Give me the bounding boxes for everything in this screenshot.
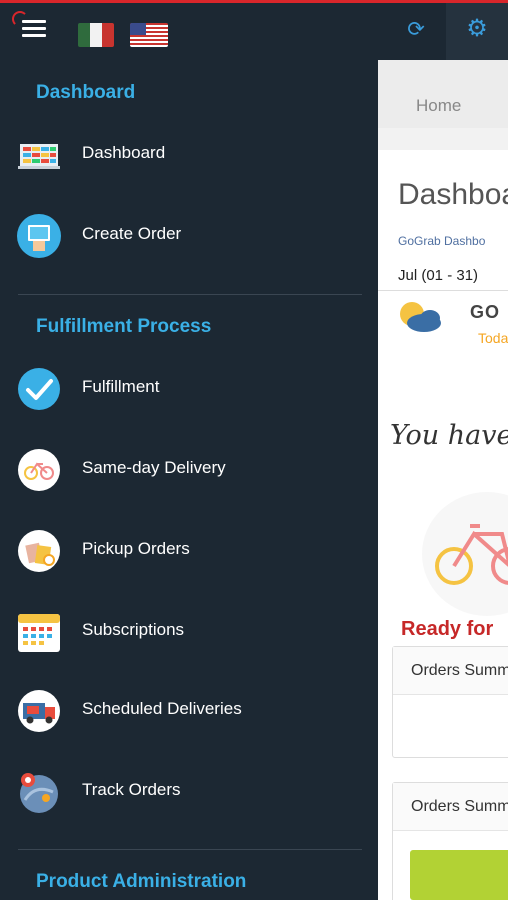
- sidebar: Dashboard Dashboard Create Order Fulfill…: [0, 60, 378, 900]
- ready-for-delivery-text: Ready for: [401, 618, 494, 640]
- divider: [18, 294, 362, 295]
- sidebar-item-label: Track Orders: [82, 780, 181, 799]
- sidebar-item-track-orders[interactable]: Track Orders: [0, 762, 378, 822]
- orders-summary-card: Orders Summ: [392, 646, 508, 758]
- section-title-product-admin: Product Administration: [36, 871, 247, 892]
- sidebar-item-label: Subscriptions: [82, 620, 185, 639]
- page-subtitle: GoGrab Dashbo: [398, 234, 486, 248]
- bicycle-icon: [435, 524, 508, 585]
- checkmark-icon: [18, 368, 60, 410]
- page-title: Dashboa: [398, 178, 508, 211]
- gear-icon: ⚙: [466, 15, 488, 42]
- sidebar-item-same-day-delivery[interactable]: Same-day Delivery: [0, 440, 378, 500]
- sync-icon[interactable]: ⟳: [404, 18, 428, 42]
- sidebar-item-label: Pickup Orders: [82, 539, 190, 558]
- brand-subtitle: Toda: [478, 330, 508, 346]
- create-order-icon: [17, 214, 61, 258]
- card-title: Orders Summ: [393, 647, 508, 695]
- sidebar-item-fulfillment[interactable]: Fulfillment: [0, 359, 378, 419]
- map-pin-icon: [20, 773, 58, 813]
- card-title: Orders Summ: [393, 783, 508, 831]
- weather-icon: [400, 302, 441, 332]
- top-accent-line: [0, 0, 508, 3]
- welcome-message: You have y: [390, 420, 508, 451]
- delivery-truck-icon: [18, 690, 60, 732]
- sidebar-item-label: Fulfillment: [82, 377, 160, 396]
- sidebar-item-label: Same-day Delivery: [82, 458, 226, 477]
- sidebar-item-subscriptions[interactable]: Subscriptions: [0, 602, 378, 662]
- usa-flag[interactable]: [130, 23, 168, 47]
- sidebar-item-label: Create Order: [82, 224, 182, 243]
- breadcrumb: Home: [378, 60, 508, 128]
- settings-button[interactable]: ⚙: [446, 0, 508, 60]
- divider: [378, 290, 508, 291]
- divider: [18, 849, 362, 850]
- sidebar-item-create-order[interactable]: Create Order: [0, 206, 378, 266]
- breadcrumb-home-link[interactable]: Home: [416, 96, 461, 116]
- top-bar: ⟳ ⚙: [0, 0, 508, 60]
- sidebar-item-pickup-orders[interactable]: Pickup Orders: [0, 521, 378, 581]
- menu-icon[interactable]: [12, 11, 48, 41]
- sidebar-item-dashboard[interactable]: Dashboard: [0, 125, 378, 185]
- section-title-dashboard: Dashboard: [36, 82, 136, 103]
- main-content: Home Dashboa GoGrab Dashbo Jul (01 - 31)…: [378, 60, 508, 900]
- dashboard-icon: [18, 144, 60, 169]
- sidebar-item-label: Dashboard: [82, 143, 166, 162]
- date-range: Jul (01 - 31): [398, 267, 479, 284]
- calendar-icon: [18, 614, 60, 652]
- bicycle-icon: [18, 449, 60, 491]
- sidebar-item-label: Scheduled Deliveries: [82, 699, 242, 718]
- shopping-bag-icon: [18, 530, 60, 572]
- brand-name: GO: [470, 302, 501, 322]
- section-title-fulfillment: Fulfillment Process: [36, 316, 212, 337]
- mexico-flag[interactable]: [78, 23, 114, 47]
- summary-bar: [410, 850, 508, 900]
- sidebar-item-scheduled-deliveries[interactable]: Scheduled Deliveries: [0, 681, 378, 741]
